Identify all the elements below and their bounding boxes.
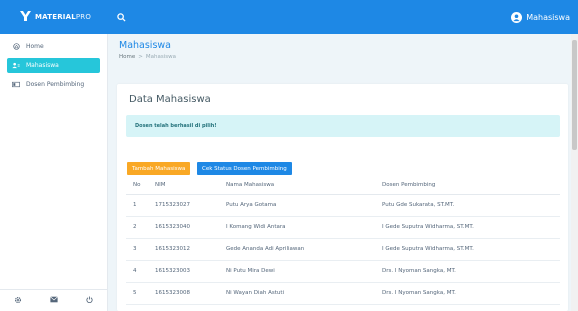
avatar-icon [511,11,523,23]
search-icon[interactable] [114,10,128,24]
check-status-button[interactable]: Cek Status Dosen Pembimbing [197,162,292,175]
cell-nama: I Komang Widi Antara [226,216,382,239]
sidebar-footer [0,289,107,311]
breadcrumb-separator: > [138,54,143,60]
table-row: 4 1615323003 Ni Putu Mira Dewi Drs. I Ny… [126,260,560,283]
power-icon[interactable] [86,296,93,305]
cell-nama: Gede Ananda Adi Apriliawan [226,238,382,261]
sidebar-item-label: Dosen Pembimbing [26,81,85,88]
page-title: Mahasiswa [119,40,171,51]
breadcrumb-current: Mahasiswa [145,54,176,60]
sidebar-item-mahasiswa[interactable]: Mahasiswa [7,58,100,73]
card-icon [12,81,20,89]
page-scrollbar[interactable] [571,34,578,311]
scrollbar-thumb[interactable] [572,40,577,150]
sidebar-item-dosen-pembimbing[interactable]: Dosen Pembimbing [7,77,100,92]
sidebar-item-label: Home [26,43,44,50]
cell-no: 5 [126,282,155,305]
card-title: Data Mahasiswa [129,94,211,105]
add-mahasiswa-button[interactable]: Tambah Mahasiswa [127,162,191,175]
header-no: No [126,177,155,195]
header-dosen: Dosen Pembimbing [382,177,560,195]
header-nim: NIM [155,177,226,195]
brand-name-light: PRO [75,13,92,21]
data-mahasiswa-card: Data Mahasiswa Dosen telah berhasil di p… [117,84,568,311]
mahasiswa-table: No NIM Nama Mahasiswa Dosen Pembimbing 1… [126,177,560,305]
sidebar-item-home[interactable]: Home [7,39,100,54]
cell-nim: 1615323003 [155,260,226,283]
success-alert: Dosen telah berhasil di pilih! [126,115,560,137]
table-header-row: No NIM Nama Mahasiswa Dosen Pembimbing [126,177,560,195]
sidebar-item-label: Mahasiswa [26,62,59,69]
brand-name: MATERIALPRO [35,13,91,21]
gear-icon[interactable] [14,296,22,306]
cell-dosen: I Gede Suputra Widharma, ST.MT. [382,238,560,261]
user-menu[interactable]: Mahasiswa [511,11,570,23]
topbar: MATERIALPRO Mahasiswa [0,0,578,34]
cell-nama: Ni Putu Mira Dewi [226,260,382,283]
cell-dosen: Drs. I Nyoman Sangka, MT. [382,282,560,305]
cell-nama: Ni Wayan Diah Astuti [226,282,382,305]
cell-nim: 1615323012 [155,238,226,261]
header-nama: Nama Mahasiswa [226,177,382,195]
cell-dosen: Putu Gde Sukarata, ST.MT. [382,194,560,217]
sidebar: Home Mahasiswa Dosen Pembimbing [0,34,108,311]
cell-dosen: Drs. I Nyoman Sangka, MT. [382,260,560,283]
cell-dosen: I Gede Suputra Widharma, ST.MT. [382,216,560,239]
cell-no: 1 [126,194,155,217]
cell-nim: 1615323040 [155,216,226,239]
user-name: Mahasiswa [526,12,570,22]
brand-logo[interactable]: MATERIALPRO [0,0,108,34]
cell-no: 2 [126,216,155,239]
mail-icon[interactable] [50,296,58,305]
breadcrumb-home[interactable]: Home [119,54,135,60]
brand-name-bold: MATERIAL [35,13,76,21]
cell-no: 4 [126,260,155,283]
table-row: 5 1615323008 Ni Wayan Diah Astuti Drs. I… [126,282,560,305]
logo-icon [20,11,31,23]
home-icon [12,43,20,51]
table-row: 2 1615323040 I Komang Widi Antara I Gede… [126,216,560,239]
table-row: 1 1715323027 Putu Arya Gotama Putu Gde S… [126,194,560,217]
cell-nama: Putu Arya Gotama [226,194,382,217]
cell-nim: 1615323008 [155,282,226,305]
table-row: 3 1615323012 Gede Ananda Adi Apriliawan … [126,238,560,261]
cell-no: 3 [126,238,155,261]
user-icon [12,62,20,70]
cell-nim: 1715323027 [155,194,226,217]
breadcrumb: Home > Mahasiswa [119,54,176,60]
